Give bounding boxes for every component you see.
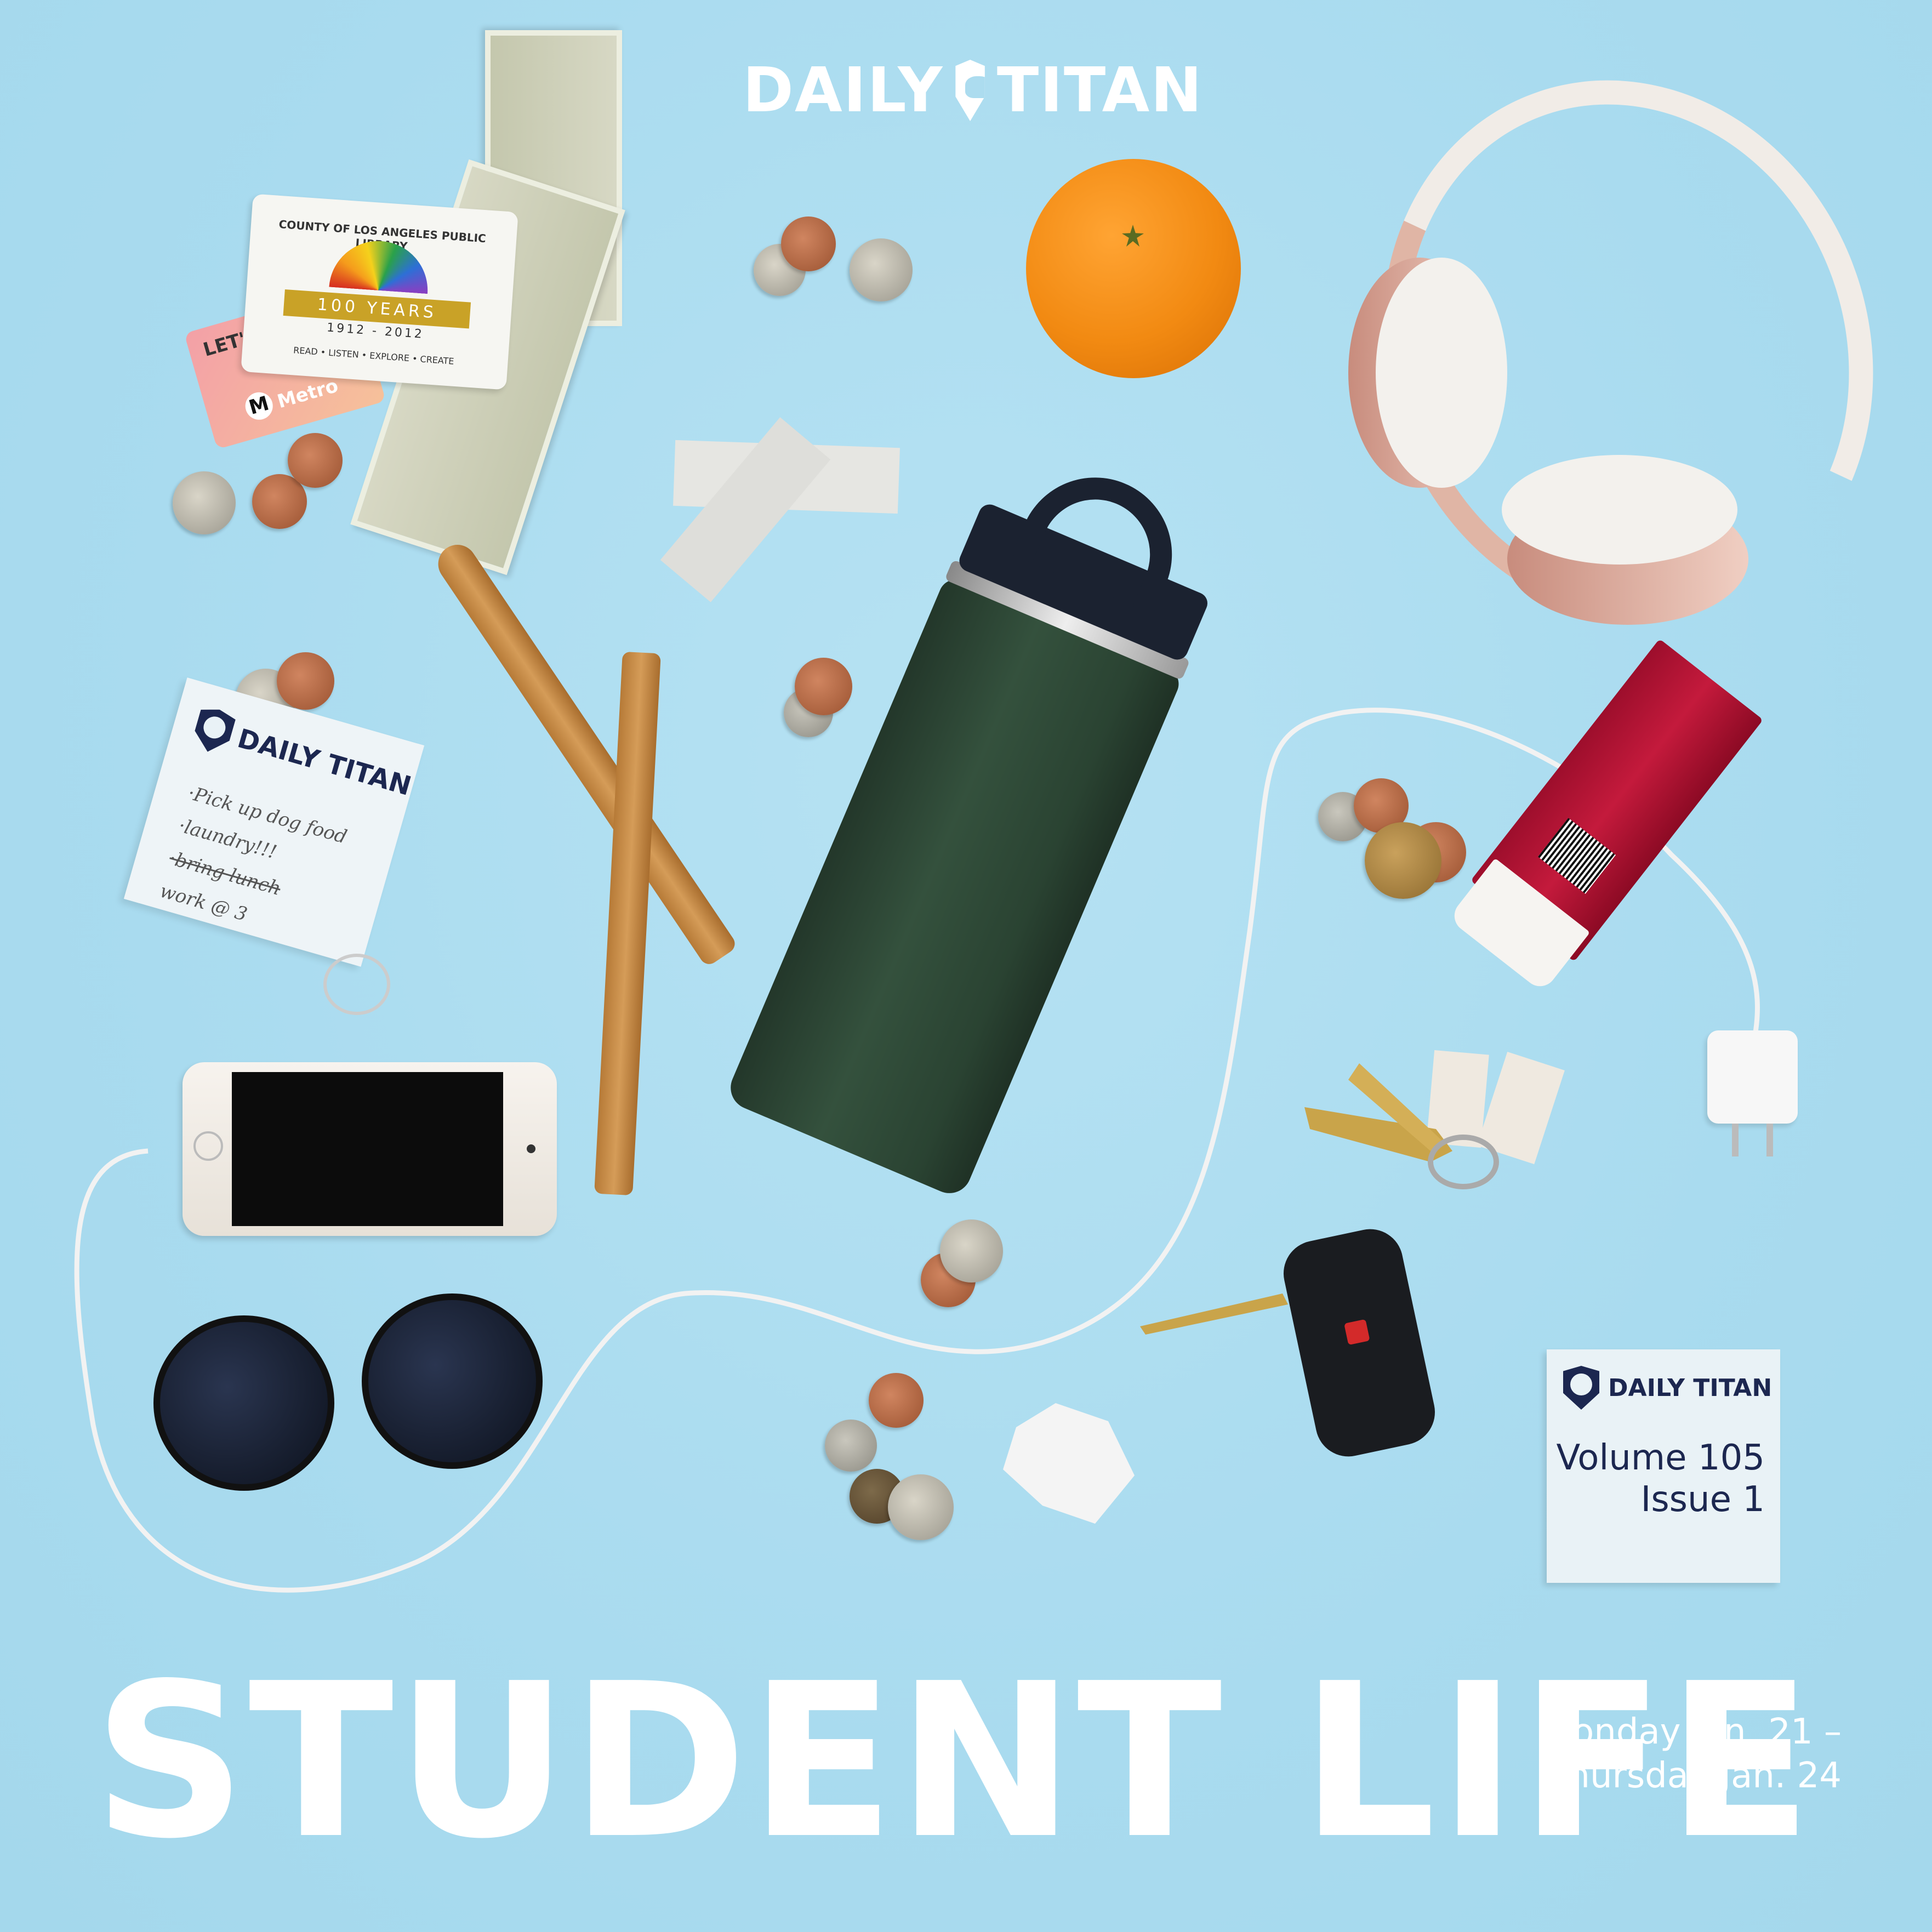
- volume-card-logo: DAILY TITAN: [1563, 1366, 1772, 1410]
- car-key: [1140, 1293, 1288, 1335]
- metro-brand: Metro: [275, 374, 341, 413]
- coin: [850, 238, 913, 301]
- date-end: Thursday Jan. 24: [1546, 1756, 1842, 1796]
- issue-dates: Monday Jan. 21 – Thursday Jan. 24: [1518, 1710, 1842, 1798]
- elephant-shield-icon: [190, 705, 237, 757]
- ear-pad: [1376, 258, 1507, 488]
- home-button-icon: [193, 1131, 223, 1161]
- camera-icon: [527, 1144, 535, 1153]
- ear-pad: [1502, 455, 1737, 565]
- note-brand: DAILY TITAN: [234, 723, 415, 802]
- date-start: Monday Jan. 21 –: [1542, 1712, 1842, 1752]
- smartphone: [183, 1062, 557, 1236]
- issue-number: Issue 1: [1640, 1479, 1765, 1520]
- masthead-right: TITAN: [996, 55, 1203, 126]
- coin: [277, 652, 334, 710]
- headphones: [1307, 10, 1932, 691]
- coin: [173, 471, 236, 534]
- volume-card-brand: DAILY TITAN: [1608, 1374, 1773, 1402]
- keys: [1304, 1050, 1565, 1189]
- volume-number: Volume 105: [1556, 1438, 1765, 1478]
- coin: [795, 658, 852, 715]
- coin: [288, 433, 343, 488]
- masthead-left: DAILY: [743, 55, 944, 126]
- barcode-icon: [1537, 818, 1616, 894]
- lens: [153, 1315, 334, 1491]
- volume-issue: Volume 105 Issue 1: [1556, 1437, 1765, 1520]
- coin: [781, 216, 836, 271]
- coin: [940, 1219, 1003, 1283]
- sunglasses: [143, 1293, 565, 1491]
- charger-prong: [1766, 1124, 1773, 1156]
- phone-screen: [232, 1072, 503, 1226]
- metro-logo-icon: M: [242, 389, 276, 423]
- coin: [888, 1474, 954, 1540]
- stem-icon: [1122, 225, 1144, 247]
- lens: [362, 1293, 543, 1469]
- coin: [825, 1420, 877, 1472]
- elephant-shield-icon: [1563, 1366, 1599, 1410]
- charger-adapter: [1707, 1030, 1798, 1156]
- masthead: DAILY TITAN: [743, 55, 1203, 126]
- library-card-tagline: READ • LISTEN • EXPLORE • CREATE: [293, 345, 455, 367]
- library-card: COUNTY OF LOS ANGELES PUBLIC LIBRARY 100…: [241, 193, 518, 390]
- charger-prong: [1732, 1124, 1739, 1156]
- coin: [1365, 822, 1441, 899]
- volume-card: DAILY TITAN Volume 105 Issue 1: [1547, 1349, 1780, 1583]
- key-ring: [323, 954, 390, 1015]
- coin: [869, 1373, 924, 1428]
- orange: [1026, 159, 1241, 378]
- elephant-shield-icon: [955, 60, 985, 121]
- panic-button-icon: [1344, 1319, 1370, 1346]
